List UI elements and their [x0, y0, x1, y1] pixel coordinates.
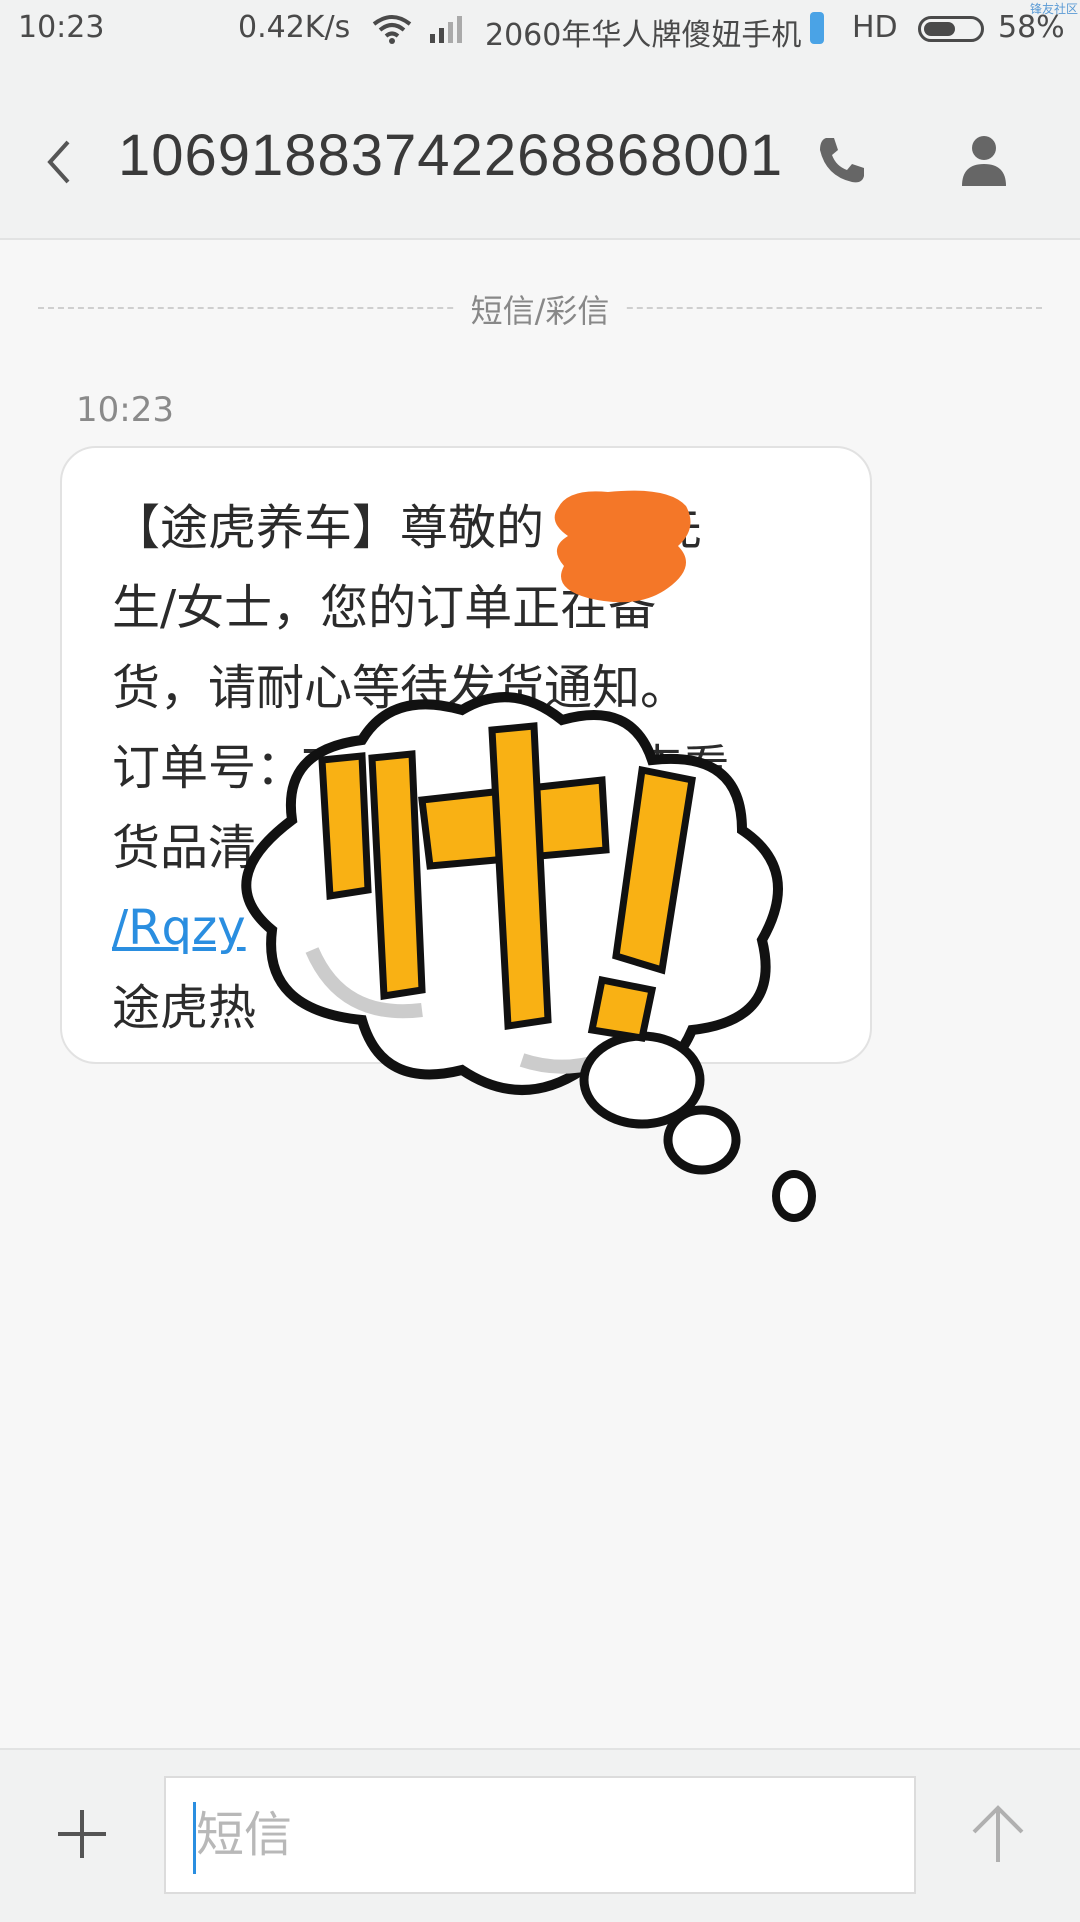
divider-label: 短信/彩信 [454, 286, 626, 332]
wifi-icon [372, 14, 412, 52]
contact-button[interactable] [956, 130, 1012, 190]
add-attachment-button[interactable] [56, 1808, 108, 1860]
redaction-mark [554, 490, 691, 603]
contact-number-title: 10691883742268868001 [118, 123, 784, 188]
conversation-header: 10691883742268868001 [0, 60, 1080, 240]
add-icon [58, 1810, 106, 1858]
message-composer [0, 1748, 1080, 1922]
back-icon [47, 140, 70, 184]
message-type-divider: 短信/彩信 [38, 280, 1042, 336]
network-speed: 0.42K/s [238, 10, 351, 45]
back-button[interactable] [40, 132, 80, 192]
text-cursor [193, 1802, 196, 1874]
send-arrow-icon [972, 1805, 1024, 1862]
hd-indicator: HD [852, 10, 898, 45]
send-button[interactable] [968, 1802, 1028, 1866]
thought-bubble-sticker [241, 692, 816, 1222]
status-bar: 10:23 0.42K/s 2060年华人牌傻妞手机 HD 58% 锋友社区 [0, 0, 1080, 60]
call-button[interactable] [812, 130, 872, 190]
watermark: 锋友社区 [1029, 2, 1078, 16]
message-time: 10:23 [76, 390, 174, 430]
battery-icon [918, 16, 984, 42]
signal-icon [428, 14, 468, 52]
status-time: 10:23 [18, 10, 105, 45]
message-line: 【途虎养车】尊敬的 [112, 500, 545, 556]
phone-icon [810, 12, 824, 44]
phone-call-icon [820, 138, 864, 183]
contact-icon [962, 136, 1006, 186]
carrier-name: 2060年华人牌傻妞手机 [485, 18, 802, 53]
message-input[interactable] [164, 1776, 916, 1894]
